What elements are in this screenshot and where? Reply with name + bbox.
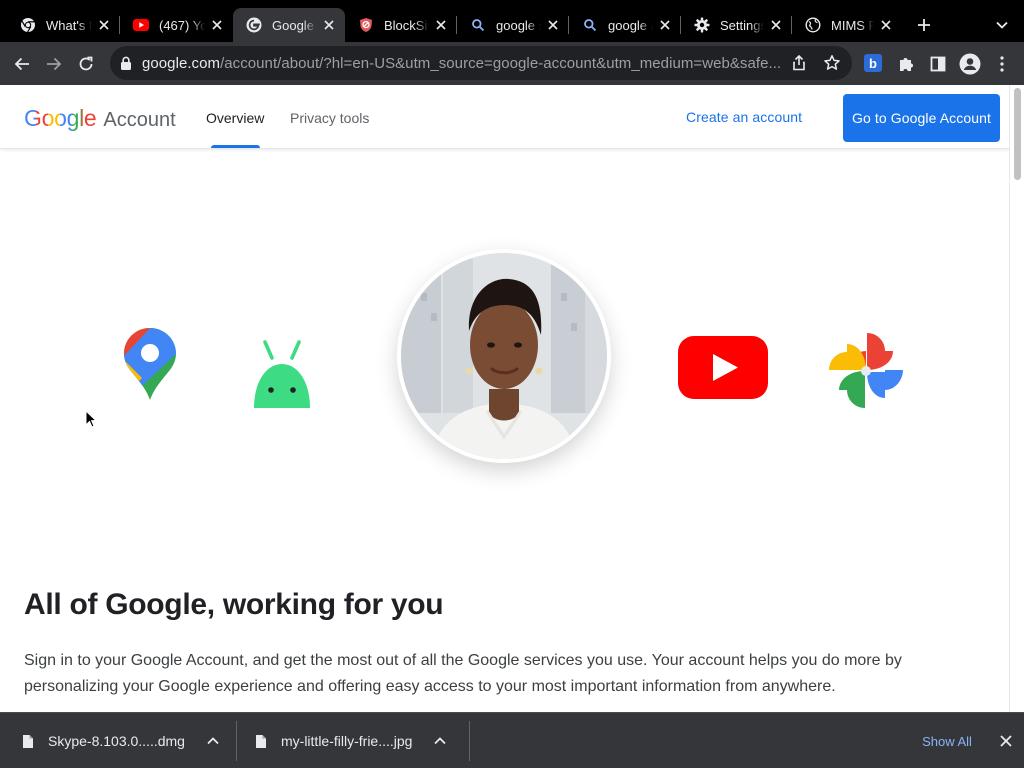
address-url[interactable]: google.com/account/about/?hl=en-US&utm_s… — [142, 55, 790, 72]
blocksite-icon — [358, 17, 374, 33]
tab-settings[interactable]: Settings — [681, 8, 792, 42]
download-shelf: Skype-8.103.0.....dmg my-little-filly-fr… — [0, 712, 1024, 768]
page-headline: All of Google, working for you — [24, 588, 444, 621]
download-item-image[interactable]: my-little-filly-frie....jpg — [255, 713, 447, 769]
extensions-button[interactable] — [893, 51, 919, 77]
tab-title: Settings — [720, 17, 764, 33]
url-path: /account/about/?hl=en-US&utm_source=goog… — [220, 55, 782, 72]
photos-icon — [827, 332, 905, 415]
close-icon[interactable] — [209, 17, 225, 33]
forward-button[interactable] — [41, 51, 67, 77]
tab-title: MIMS Pr — [831, 17, 874, 33]
back-button[interactable] — [9, 51, 35, 77]
menu-button[interactable] — [990, 51, 1014, 77]
plus-icon — [918, 19, 930, 31]
tab-strip: What's New (467) YouTube Google Account … — [0, 0, 1024, 42]
google-account-logo[interactable]: Google Account — [24, 105, 176, 132]
tab-title: What's New — [46, 17, 92, 33]
side-panel-button[interactable] — [925, 51, 951, 77]
close-icon[interactable] — [768, 17, 784, 33]
download-filename: my-little-filly-frie....jpg — [281, 733, 413, 749]
file-icon — [22, 734, 34, 749]
more-vertical-icon — [1000, 56, 1004, 72]
extension-b-icon[interactable]: b — [864, 54, 882, 72]
reload-button[interactable] — [73, 51, 99, 77]
tab-whats-new[interactable]: What's New — [7, 8, 120, 42]
puzzle-icon — [900, 58, 913, 71]
create-account-link[interactable]: Create an account — [686, 109, 802, 125]
close-icon[interactable] — [545, 17, 561, 33]
url-host: google.com — [142, 55, 221, 72]
arrow-right-icon — [47, 57, 62, 71]
intro-paragraph: Sign in to your Google Account, and get … — [24, 652, 902, 695]
search-icon — [582, 17, 598, 33]
browser-toolbar: google.com/account/about/?hl=en-US&utm_s… — [0, 42, 1024, 85]
close-icon[interactable] — [433, 17, 449, 33]
account-wordmark: Account — [103, 109, 176, 131]
close-icon[interactable] — [657, 17, 673, 33]
active-tab-indicator — [211, 145, 260, 148]
youtube-icon — [133, 17, 149, 33]
tab-google-search-2[interactable]: google a — [569, 8, 681, 42]
mouse-cursor-icon — [85, 409, 98, 433]
chevron-up-icon[interactable] — [207, 737, 219, 745]
page-scrollbar[interactable] — [1009, 85, 1024, 712]
tab-google-account[interactable]: Google Account — [233, 8, 345, 42]
tab-title: BlockSite — [384, 17, 429, 33]
download-item-skype[interactable]: Skype-8.103.0.....dmg — [22, 713, 219, 769]
tab-google-search-1[interactable]: google s — [457, 8, 569, 42]
bookmark-star-icon[interactable] — [823, 54, 841, 77]
google-icon — [246, 17, 262, 33]
page-header: Google Account Overview Privacy tools Cr… — [0, 85, 1009, 149]
tab-overview[interactable]: Overview — [206, 110, 264, 126]
tab-blocksite[interactable]: BlockSite — [345, 8, 457, 42]
tab-title: (467) YouTube — [159, 17, 205, 33]
chevron-down-icon — [996, 21, 1008, 29]
globe-icon — [805, 17, 821, 33]
android-icon — [252, 338, 312, 415]
download-separator — [469, 721, 470, 761]
reload-icon — [79, 56, 93, 71]
show-all-downloads-button[interactable]: Show All — [910, 727, 984, 755]
close-icon[interactable] — [96, 17, 112, 33]
tab-search-button[interactable] — [992, 15, 1012, 35]
tab-privacy-tools[interactable]: Privacy tools — [290, 110, 369, 126]
tab-mims[interactable]: MIMS Pr — [792, 8, 902, 42]
tab-youtube[interactable]: (467) YouTube — [120, 8, 233, 42]
file-icon — [255, 734, 267, 749]
close-shelf-button[interactable] — [996, 731, 1016, 751]
search-icon — [470, 17, 486, 33]
maps-icon — [122, 326, 178, 407]
arrow-left-icon — [14, 57, 29, 71]
google-wordmark: Google — [24, 105, 97, 131]
gear-icon — [694, 17, 710, 33]
go-to-google-account-button[interactable]: Go to Google Account — [843, 94, 1000, 142]
new-tab-button[interactable] — [912, 13, 936, 37]
profile-button[interactable] — [957, 51, 983, 77]
tab-title: Google Account — [272, 17, 317, 33]
avatar-icon — [959, 53, 981, 75]
chrome-icon — [20, 17, 36, 33]
scrollbar-thumb[interactable] — [1014, 88, 1021, 180]
tab-title: google a — [608, 17, 653, 33]
close-icon — [1000, 735, 1012, 747]
lock-icon[interactable] — [120, 56, 132, 75]
share-icon[interactable] — [790, 54, 808, 77]
close-icon[interactable] — [878, 17, 894, 33]
close-icon[interactable] — [321, 17, 337, 33]
tab-title: google s — [496, 17, 541, 33]
download-separator — [236, 721, 237, 761]
side-panel-icon — [930, 56, 946, 72]
chevron-up-icon[interactable] — [434, 737, 447, 745]
youtube-logo-icon — [678, 336, 768, 405]
address-bar[interactable]: google.com/account/about/?hl=en-US&utm_s… — [110, 46, 852, 80]
portrait-photo — [397, 249, 611, 463]
download-filename: Skype-8.103.0.....dmg — [48, 733, 185, 749]
